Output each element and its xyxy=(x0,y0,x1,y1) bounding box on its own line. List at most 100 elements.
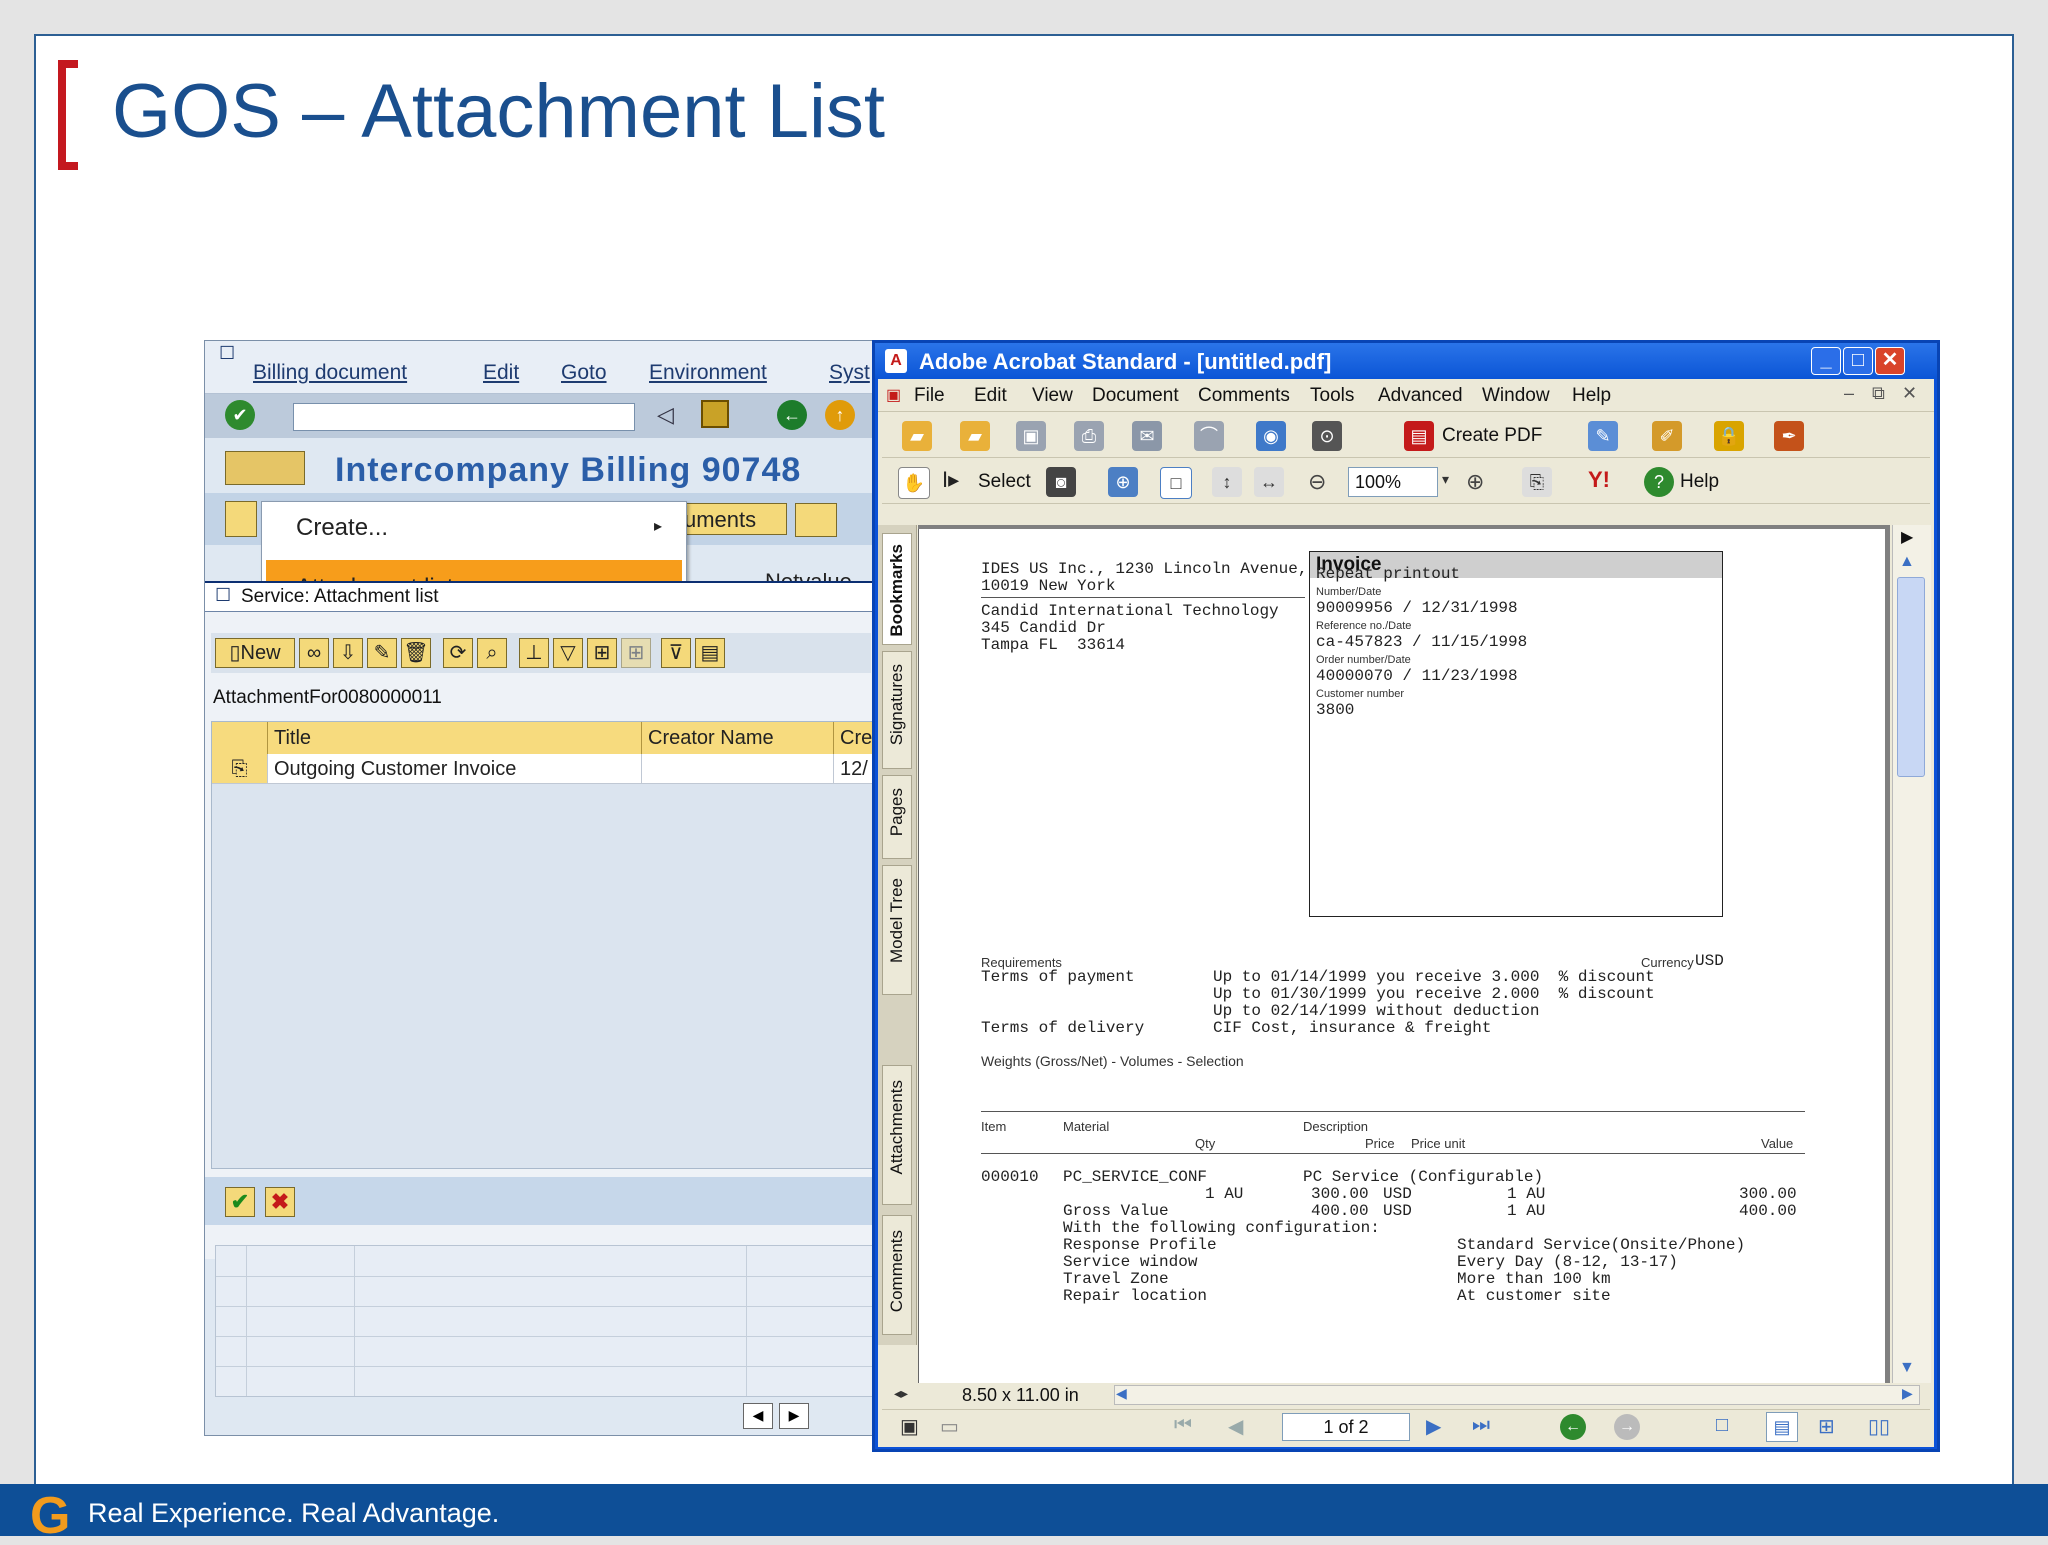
create-pdf-icon[interactable]: ▤ xyxy=(1404,421,1434,451)
fit-page-icon[interactable]: ↕ xyxy=(1212,467,1242,497)
show-pane-icon[interactable]: ▣ xyxy=(900,1414,919,1439)
table-cell-title[interactable]: Outgoing Customer Invoice xyxy=(268,754,642,784)
zoom-dropdown-chevron-icon[interactable]: ▾ xyxy=(1442,471,1449,488)
actual-size-icon[interactable]: □ xyxy=(1160,467,1192,499)
back-triangle-icon[interactable]: ◁ xyxy=(657,402,674,428)
attachment-type-icon[interactable]: ⎘ xyxy=(212,754,268,784)
sort-icon[interactable]: ⊥ xyxy=(519,638,549,668)
zoom-in-icon[interactable]: ⊕ xyxy=(1466,469,1484,495)
hand-tool-icon[interactable]: ✋ xyxy=(898,467,930,499)
back-arrow-icon[interactable]: ← xyxy=(777,400,807,430)
new-button[interactable]: ▯New xyxy=(215,638,295,668)
doc-close-icon[interactable]: ✕ xyxy=(1902,383,1917,404)
print-icon[interactable]: ⎙ xyxy=(1074,421,1104,451)
zoom-out-icon[interactable]: ⊖ xyxy=(1308,469,1326,495)
zoom-in-tool-icon[interactable]: ⊕ xyxy=(1108,467,1138,497)
menu-file[interactable]: File xyxy=(914,385,945,407)
set-filter-icon[interactable]: ⊽ xyxy=(661,638,691,668)
refresh-icon[interactable]: ⟳ xyxy=(443,638,473,668)
minimize-icon[interactable]: _ xyxy=(1811,347,1841,375)
menu-tools[interactable]: Tools xyxy=(1310,385,1354,407)
scroll-right-icon[interactable]: ▶ xyxy=(1902,1385,1913,1402)
menu-advanced[interactable]: Advanced xyxy=(1378,385,1463,407)
menu-comments[interactable]: Comments xyxy=(1198,385,1290,407)
import-icon[interactable]: ⇩ xyxy=(333,638,363,668)
flow-icon[interactable] xyxy=(795,503,837,537)
menu-item-create[interactable]: Create... xyxy=(296,514,388,542)
menu-edit[interactable]: Edit xyxy=(974,385,1007,407)
doc-minimize-icon[interactable]: – xyxy=(1844,383,1854,404)
exit-icon[interactable]: ↑ xyxy=(825,400,855,430)
continuous-facing-icon[interactable]: ▯▯ xyxy=(1868,1414,1890,1439)
cancel-x-icon[interactable]: ✖ xyxy=(265,1187,295,1217)
find-icon[interactable]: ⌕ xyxy=(477,638,507,668)
find-next-icon[interactable]: ⊞ xyxy=(621,638,651,668)
details-icon[interactable]: ▤ xyxy=(695,638,725,668)
filter-icon[interactable]: ▽ xyxy=(553,638,583,668)
services-for-object-button[interactable] xyxy=(225,451,305,485)
page-number-field[interactable]: 1 of 2 xyxy=(1282,1413,1410,1441)
menu-window[interactable]: Window xyxy=(1482,385,1550,407)
web-globe-icon[interactable]: ◉ xyxy=(1256,421,1286,451)
previous-view-icon[interactable]: ← xyxy=(1560,1414,1586,1440)
rotate-view-icon[interactable]: ⎘ xyxy=(1522,467,1552,497)
row-selector-header[interactable] xyxy=(212,722,268,754)
open-folder-icon[interactable]: ▰ xyxy=(902,421,932,451)
tab-bookmarks[interactable]: Bookmarks xyxy=(882,533,912,645)
scroll-up-icon[interactable]: ▲ xyxy=(1899,553,1915,571)
maximize-icon[interactable]: □ xyxy=(1843,347,1873,375)
select-tool-button[interactable]: Select xyxy=(978,471,1031,493)
column-header-created[interactable]: Cre xyxy=(834,722,875,754)
search-binoculars-icon[interactable]: ⊙ xyxy=(1312,421,1342,451)
menu-edit[interactable]: Edit xyxy=(483,361,519,385)
link-icon[interactable]: ∞ xyxy=(299,638,329,668)
documents-button[interactable]: uments xyxy=(677,503,787,535)
menu-view[interactable]: View xyxy=(1032,385,1073,407)
sign-icon[interactable]: ✐ xyxy=(1652,421,1682,451)
pane-toggle-icon[interactable]: ◂▸ xyxy=(894,1385,908,1402)
column-header-creator[interactable]: Creator Name xyxy=(642,722,834,754)
tab-attachments[interactable]: Attachments xyxy=(882,1065,912,1205)
single-page-layout-icon[interactable]: □ xyxy=(1716,1414,1728,1437)
menu-system[interactable]: Syst xyxy=(829,361,870,385)
advanced-editing-icon[interactable]: ✒ xyxy=(1774,421,1804,451)
previous-page-icon[interactable]: ◀ xyxy=(1228,1414,1243,1439)
tab-signatures[interactable]: Signatures xyxy=(882,651,912,769)
collapse-icon[interactable]: ▭ xyxy=(940,1414,959,1439)
help-button[interactable]: Help xyxy=(1680,471,1719,493)
confirm-check-icon[interactable]: ✔ xyxy=(225,1187,255,1217)
command-field[interactable] xyxy=(293,403,635,431)
create-pdf-button[interactable]: Create PDF xyxy=(1442,425,1542,447)
tab-comments[interactable]: Comments xyxy=(882,1215,912,1335)
organizer-icon[interactable]: ▰ xyxy=(960,421,990,451)
enter-check-icon[interactable]: ✔ xyxy=(225,400,255,430)
scroll-down-icon[interactable]: ▼ xyxy=(1899,1359,1915,1377)
next-view-icon[interactable]: → xyxy=(1614,1414,1640,1440)
scroll-thumb[interactable] xyxy=(1897,577,1925,777)
zoom-level-field[interactable]: 100% xyxy=(1348,467,1438,497)
table-cell-created[interactable]: 12/ xyxy=(834,754,875,784)
vertical-scrollbar[interactable]: ▶ ▲ ▼ xyxy=(1892,525,1931,1383)
horizontal-scrollbar[interactable] xyxy=(1114,1385,1920,1405)
menu-help[interactable]: Help xyxy=(1572,385,1611,407)
secure-lock-icon[interactable]: 🔒 xyxy=(1714,421,1744,451)
help-icon[interactable]: ? xyxy=(1644,467,1674,497)
save-icon[interactable]: ▣ xyxy=(1016,421,1046,451)
tab-pages[interactable]: Pages xyxy=(882,775,912,859)
pane-menu-triangle-icon[interactable]: ▶ xyxy=(1901,527,1913,547)
fit-width-icon[interactable]: ↔ xyxy=(1254,467,1284,497)
menu-goto[interactable]: Goto xyxy=(561,361,607,385)
table-cell-creator[interactable] xyxy=(642,754,834,784)
display-doc-icon[interactable] xyxy=(225,501,257,537)
save-icon[interactable] xyxy=(701,400,729,428)
tab-model-tree[interactable]: Model Tree xyxy=(882,865,912,995)
scroll-left-icon[interactable]: ◀ xyxy=(1116,1385,1127,1402)
menu-environment[interactable]: Environment xyxy=(649,361,767,385)
binoculars-icon[interactable]: ⊞ xyxy=(587,638,617,668)
snapshot-camera-icon[interactable]: ◙ xyxy=(1046,467,1076,497)
delete-icon[interactable]: 🗑 xyxy=(401,638,431,668)
next-page-icon[interactable]: ▶ xyxy=(1426,1414,1441,1439)
yahoo-icon[interactable]: Y! xyxy=(1588,467,1610,493)
review-comment-icon[interactable]: ✎ xyxy=(1588,421,1618,451)
menu-icon[interactable]: ☐ xyxy=(219,343,235,364)
